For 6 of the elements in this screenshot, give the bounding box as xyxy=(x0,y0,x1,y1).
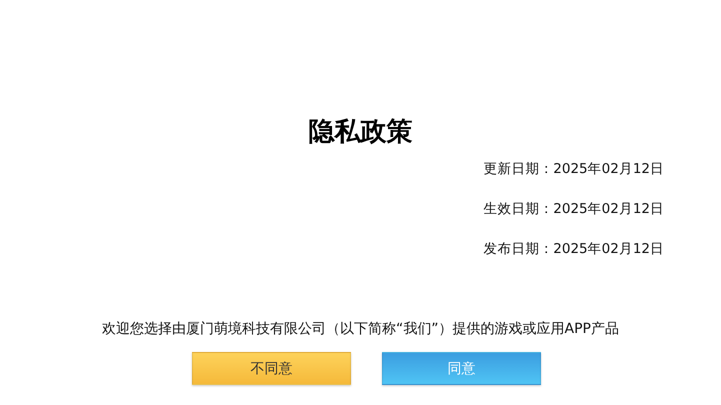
page-title: 隐私政策 xyxy=(308,116,414,149)
date-line: 发布日期：2025年02月12日 xyxy=(483,240,664,259)
disagree-button[interactable]: 不同意 xyxy=(192,352,351,385)
date-line: 生效日期：2025年02月12日 xyxy=(483,200,664,219)
intro-text: 欢迎您选择由厦门萌境科技有限公司（以下简称“我们”）提供的游戏或应用APP产品 xyxy=(101,320,620,339)
date-line: 更新日期：2025年02月12日 xyxy=(483,160,664,179)
